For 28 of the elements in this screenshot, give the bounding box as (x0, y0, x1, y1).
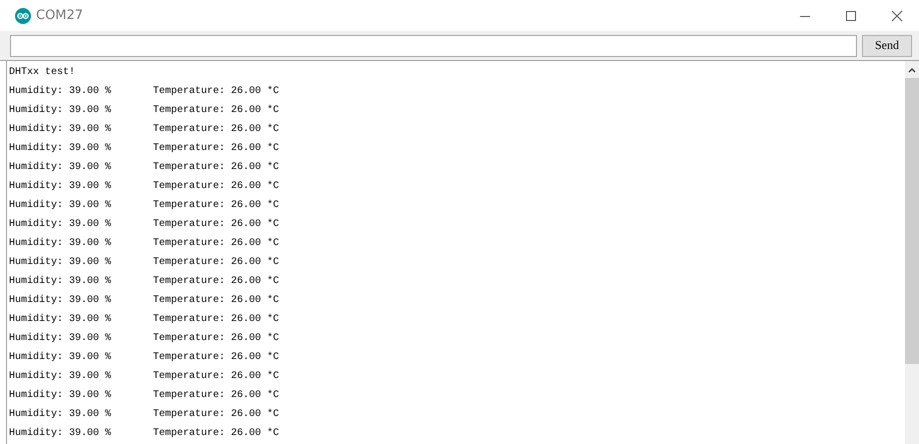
output-line: Humidity: 39.00 % Temperature: 26.00 *C (9, 160, 280, 175)
output-line: Humidity: 39.00 % Temperature: 26.00 *C (9, 218, 280, 232)
output-line: Humidity: 39.00 % Temperature: 26.00 *C (9, 350, 280, 365)
send-button[interactable]: Send (862, 34, 912, 56)
output-line: Humidity: 39.00 % Temperature: 26.00 *C (9, 312, 280, 327)
scrollbar[interactable] (905, 61, 919, 444)
output-line: Humidity: 39.00 % Temperature: 26.00 *C (9, 256, 280, 270)
output-line: Humidity: 39.00 % Temperature: 26.00 *C (9, 104, 280, 118)
output-line: Humidity: 39.00 % Temperature: 26.00 *C (9, 122, 280, 137)
output-line: Humidity: 39.00 % Temperature: 26.00 *C (9, 198, 280, 213)
maximize-icon[interactable] (845, 10, 857, 22)
output-line: Humidity: 39.00 % Temperature: 26.00 *C (9, 274, 280, 289)
output-line: Humidity: 39.00 % Temperature: 26.00 *C (9, 332, 280, 346)
output-line: Humidity: 39.00 % Temperature: 26.00 *C (9, 142, 280, 156)
output-line: Humidity: 39.00 % Temperature: 26.00 *C (9, 180, 280, 194)
output-line: Humidity: 39.00 % Temperature: 26.00 *C (9, 426, 280, 441)
scroll-up-icon[interactable] (908, 67, 916, 73)
output-line: DHTxx test! (9, 66, 76, 80)
output-line: Humidity: 39.00 % Temperature: 26.00 *C (9, 370, 280, 384)
output-line: Humidity: 39.00 % Temperature: 26.00 *C (9, 408, 280, 422)
window-title: COM27 (36, 8, 84, 23)
input-field[interactable] (10, 34, 857, 56)
output-line: Humidity: 39.00 % Temperature: 26.00 *C (9, 84, 280, 99)
output-line: Humidity: 39.00 % Temperature: 26.00 *C (9, 388, 280, 403)
app-logo-icon (15, 8, 31, 24)
output-line: Humidity: 39.00 % Temperature: 26.00 *C (9, 236, 280, 251)
output-line: Humidity: 39.00 % Temperature: 26.00 *C (9, 294, 280, 308)
close-icon[interactable] (891, 10, 903, 22)
